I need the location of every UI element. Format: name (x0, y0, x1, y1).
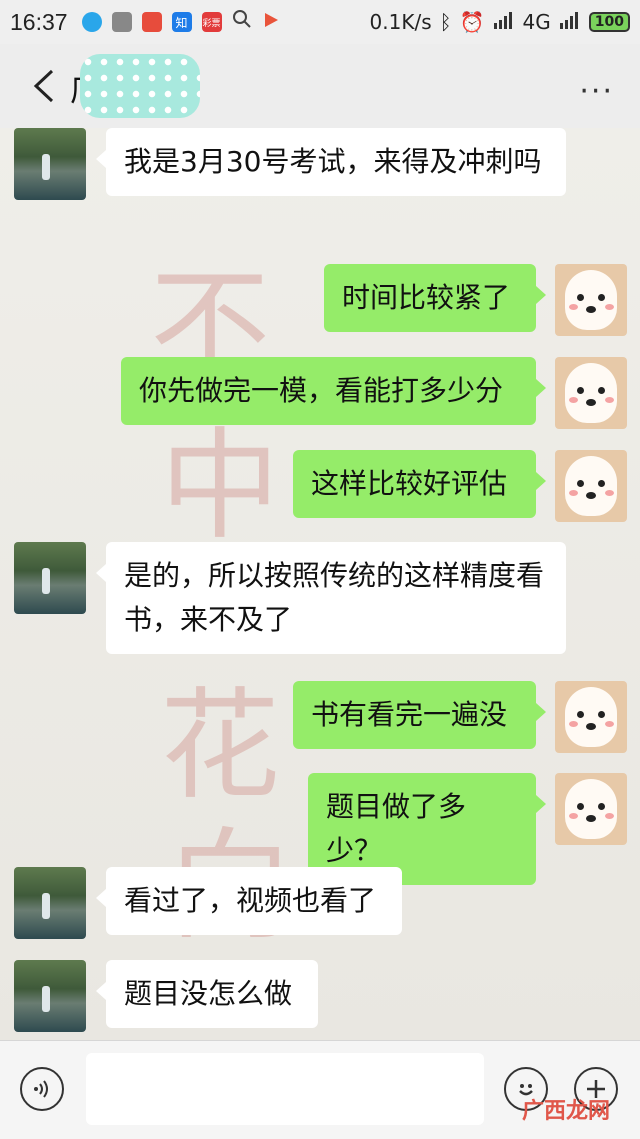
message-outgoing (555, 773, 627, 845)
message-bubble-incoming[interactable]: 我是3月30号考试，来得及冲刺吗 (96, 128, 566, 196)
chat-area[interactable]: 不 中 花 向 我是3月30号考试，来得及冲刺吗 时间比较紧了 你先做完一模，看… (0, 128, 640, 1040)
bird-app-icon (81, 12, 102, 32)
alarm-icon: ⏰ (459, 10, 485, 34)
status-right: 0.1K/s ᛒ ⏰ 4G 100 (370, 10, 630, 34)
avatar[interactable] (555, 357, 627, 429)
avatar[interactable] (14, 128, 86, 200)
message-bubble-outgoing[interactable]: 时间比较紧了 (324, 264, 546, 332)
avatar[interactable] (555, 450, 627, 522)
bluetooth-icon: ᛒ (439, 10, 452, 34)
message-incoming (14, 867, 86, 939)
message-outgoing (555, 264, 627, 336)
title-mosaic-blur (80, 54, 200, 118)
chat-header: 厂 ··· (0, 44, 640, 129)
message-incoming (14, 542, 86, 614)
avatar[interactable] (555, 773, 627, 845)
message-outgoing (555, 681, 627, 753)
signal-2-icon (559, 10, 581, 34)
avatar[interactable] (14, 542, 86, 614)
message-bubble-outgoing[interactable]: 这样比较好评估 (293, 450, 546, 518)
message-bubble-incoming[interactable]: 是的，所以按照传统的这样精度看书，来不及了 (96, 542, 566, 654)
status-time: 16:37 (10, 8, 68, 35)
message-bubble-outgoing[interactable]: 你先做完一模，看能打多少分 (121, 357, 546, 425)
network-type: 4G (522, 10, 551, 34)
message-incoming (14, 960, 86, 1032)
battery-indicator: 100 (588, 12, 630, 32)
play-icon (262, 10, 280, 35)
message-bubble-outgoing[interactable]: 书有看完一遍没 (293, 681, 546, 749)
chevron-left-icon (33, 69, 54, 103)
avatar[interactable] (555, 681, 627, 753)
more-options-icon[interactable]: ··· (579, 74, 614, 109)
status-bar: 16:37 知 彩票 0.1K/s ᛒ ⏰ 4G 100 (0, 0, 640, 44)
network-speed: 0.1K/s (369, 10, 432, 34)
avatar[interactable] (555, 264, 627, 336)
back-button[interactable] (14, 56, 74, 116)
message-bubble-incoming[interactable]: 题目没怎么做 (96, 960, 318, 1028)
message-incoming (14, 128, 86, 200)
avatar[interactable] (14, 867, 86, 939)
message-input[interactable] (86, 1053, 484, 1125)
message-outgoing (555, 450, 627, 522)
zhihu-icon: 知 (171, 12, 192, 32)
wechat-icon (111, 12, 132, 32)
voice-input-button[interactable] (20, 1067, 64, 1111)
notification-icons: 知 彩票 (81, 9, 280, 35)
input-bar: 广西龙网 (0, 1040, 640, 1139)
search-icon (232, 9, 252, 35)
message-bubble-incoming[interactable]: 看过了，视频也看了 (96, 867, 402, 935)
lottery-icon: 彩票 (201, 12, 222, 32)
weibo-icon (141, 12, 162, 32)
avatar[interactable] (14, 960, 86, 1032)
signal-icon (493, 10, 515, 34)
message-outgoing (555, 357, 627, 429)
voice-icon (34, 1080, 48, 1098)
watermark-logo: 广西龙网 (521, 1099, 610, 1124)
